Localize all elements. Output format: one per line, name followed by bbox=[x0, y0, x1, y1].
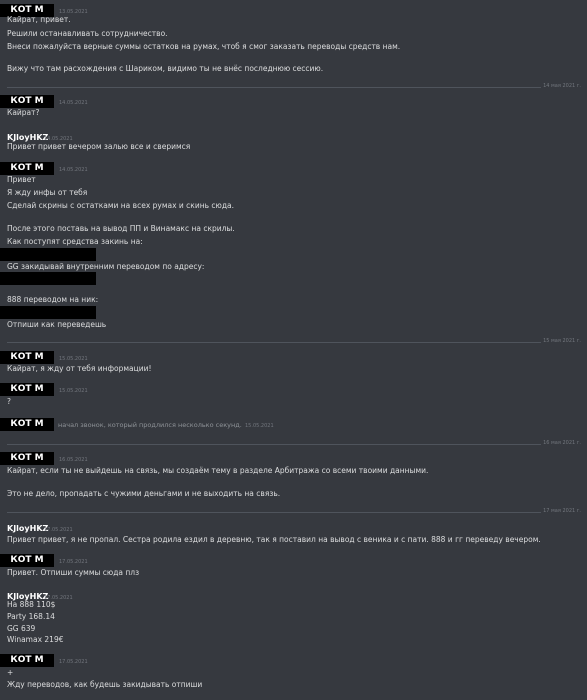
message-text: Жду переводов, как будешь закидывать отп… bbox=[7, 680, 203, 689]
message-text: После этого поставь на вывод ПП и Винама… bbox=[7, 224, 235, 233]
message-text: + bbox=[7, 668, 14, 677]
message-timestamp: 17.05.2021 bbox=[59, 659, 88, 665]
chat-log: КОТ М 13.05.2021 Кайрат, привет. Решили ост… bbox=[0, 0, 587, 700]
message-text: На 888 110$ bbox=[7, 600, 56, 609]
message-text: GG 639 bbox=[7, 624, 36, 633]
message-timestamp: 14.05.2021 bbox=[59, 167, 88, 173]
message-text: GG закидывай внутренним переводом по адр… bbox=[7, 262, 205, 271]
message-text: Как поступят средства закинь на: bbox=[7, 237, 143, 246]
date-divider bbox=[7, 342, 580, 343]
message-text: Кайрат, если ты не выйдешь на связь, мы … bbox=[7, 466, 429, 475]
author-name[interactable]: КОТ М bbox=[0, 554, 54, 567]
author-name[interactable]: КОТ М bbox=[0, 351, 54, 364]
message-text: Привет привет, я не пропал. Сестра родил… bbox=[7, 535, 541, 544]
date-divider-label: 15 мая 2021 г. bbox=[541, 338, 583, 344]
redaction-block bbox=[0, 306, 96, 319]
message-timestamp: 16.05.2021 bbox=[59, 457, 88, 463]
author-name[interactable]: KJloyHKZ bbox=[7, 133, 48, 142]
message-text: Кайрат, привет. bbox=[7, 15, 71, 24]
author-name[interactable]: КОТ М bbox=[0, 162, 54, 175]
date-divider-label: 16 мая 2021 г. bbox=[541, 440, 583, 446]
message-text: Сделай скрины с остатками на всех румах … bbox=[7, 201, 235, 210]
author-name[interactable]: КОТ М bbox=[0, 95, 54, 108]
message-text: Привет привет вечером залью все и сверим… bbox=[7, 142, 191, 151]
author-name[interactable]: КОТ М bbox=[0, 418, 54, 431]
author-name[interactable]: KJloyHKZ bbox=[7, 524, 48, 533]
message-text: Party 168.14 bbox=[7, 612, 55, 621]
message-timestamp: 15.05.2021 bbox=[59, 356, 88, 362]
message-timestamp: 15.05.2021 bbox=[59, 388, 88, 394]
author-name[interactable]: КОТ М bbox=[0, 383, 54, 396]
message-text: Внеси пожалуйста верные суммы остатков н… bbox=[7, 42, 401, 51]
message-text: Решили останавливать сотрудничество. bbox=[7, 29, 168, 38]
message-text: 888 переводом на ник: bbox=[7, 295, 99, 304]
message-text: Winamax 219€ bbox=[7, 635, 64, 644]
date-divider-label: 17 мая 2021 г. bbox=[541, 508, 583, 514]
redaction-block bbox=[0, 272, 96, 285]
author-name[interactable]: КОТ М bbox=[0, 452, 54, 465]
message-text: Привет bbox=[7, 175, 36, 184]
message-text: Это не дело, пропадать с чужими деньгами… bbox=[7, 489, 281, 498]
message-text: Кайрат, я жду от тебя информации! bbox=[7, 364, 152, 373]
date-divider bbox=[7, 444, 580, 445]
message-text: Отпиши как переведешь bbox=[7, 320, 107, 329]
message-text: Привет. Отпиши суммы сюда плз bbox=[7, 568, 140, 577]
message-text: Вижу что там расхождения с Шариком, види… bbox=[7, 64, 324, 73]
date-divider-label: 14 мая 2021 г. bbox=[541, 83, 583, 89]
redaction-block bbox=[0, 248, 96, 261]
date-divider bbox=[7, 512, 580, 513]
call-system-message: начал звонок, который продлился нескольк… bbox=[58, 421, 242, 429]
message-timestamp: 14.05.2021 bbox=[59, 100, 88, 106]
message-text: ? bbox=[7, 397, 11, 406]
message-timestamp: 15.05.2021 bbox=[245, 423, 274, 429]
message-text: Кайрат? bbox=[7, 108, 40, 117]
message-timestamp: 17.05.2021 bbox=[44, 527, 73, 533]
message-text: Я жду инфы от тебя bbox=[7, 188, 88, 197]
message-timestamp: 17.05.2021 bbox=[59, 559, 88, 565]
date-divider bbox=[7, 87, 580, 88]
author-name[interactable]: КОТ М bbox=[0, 654, 54, 667]
